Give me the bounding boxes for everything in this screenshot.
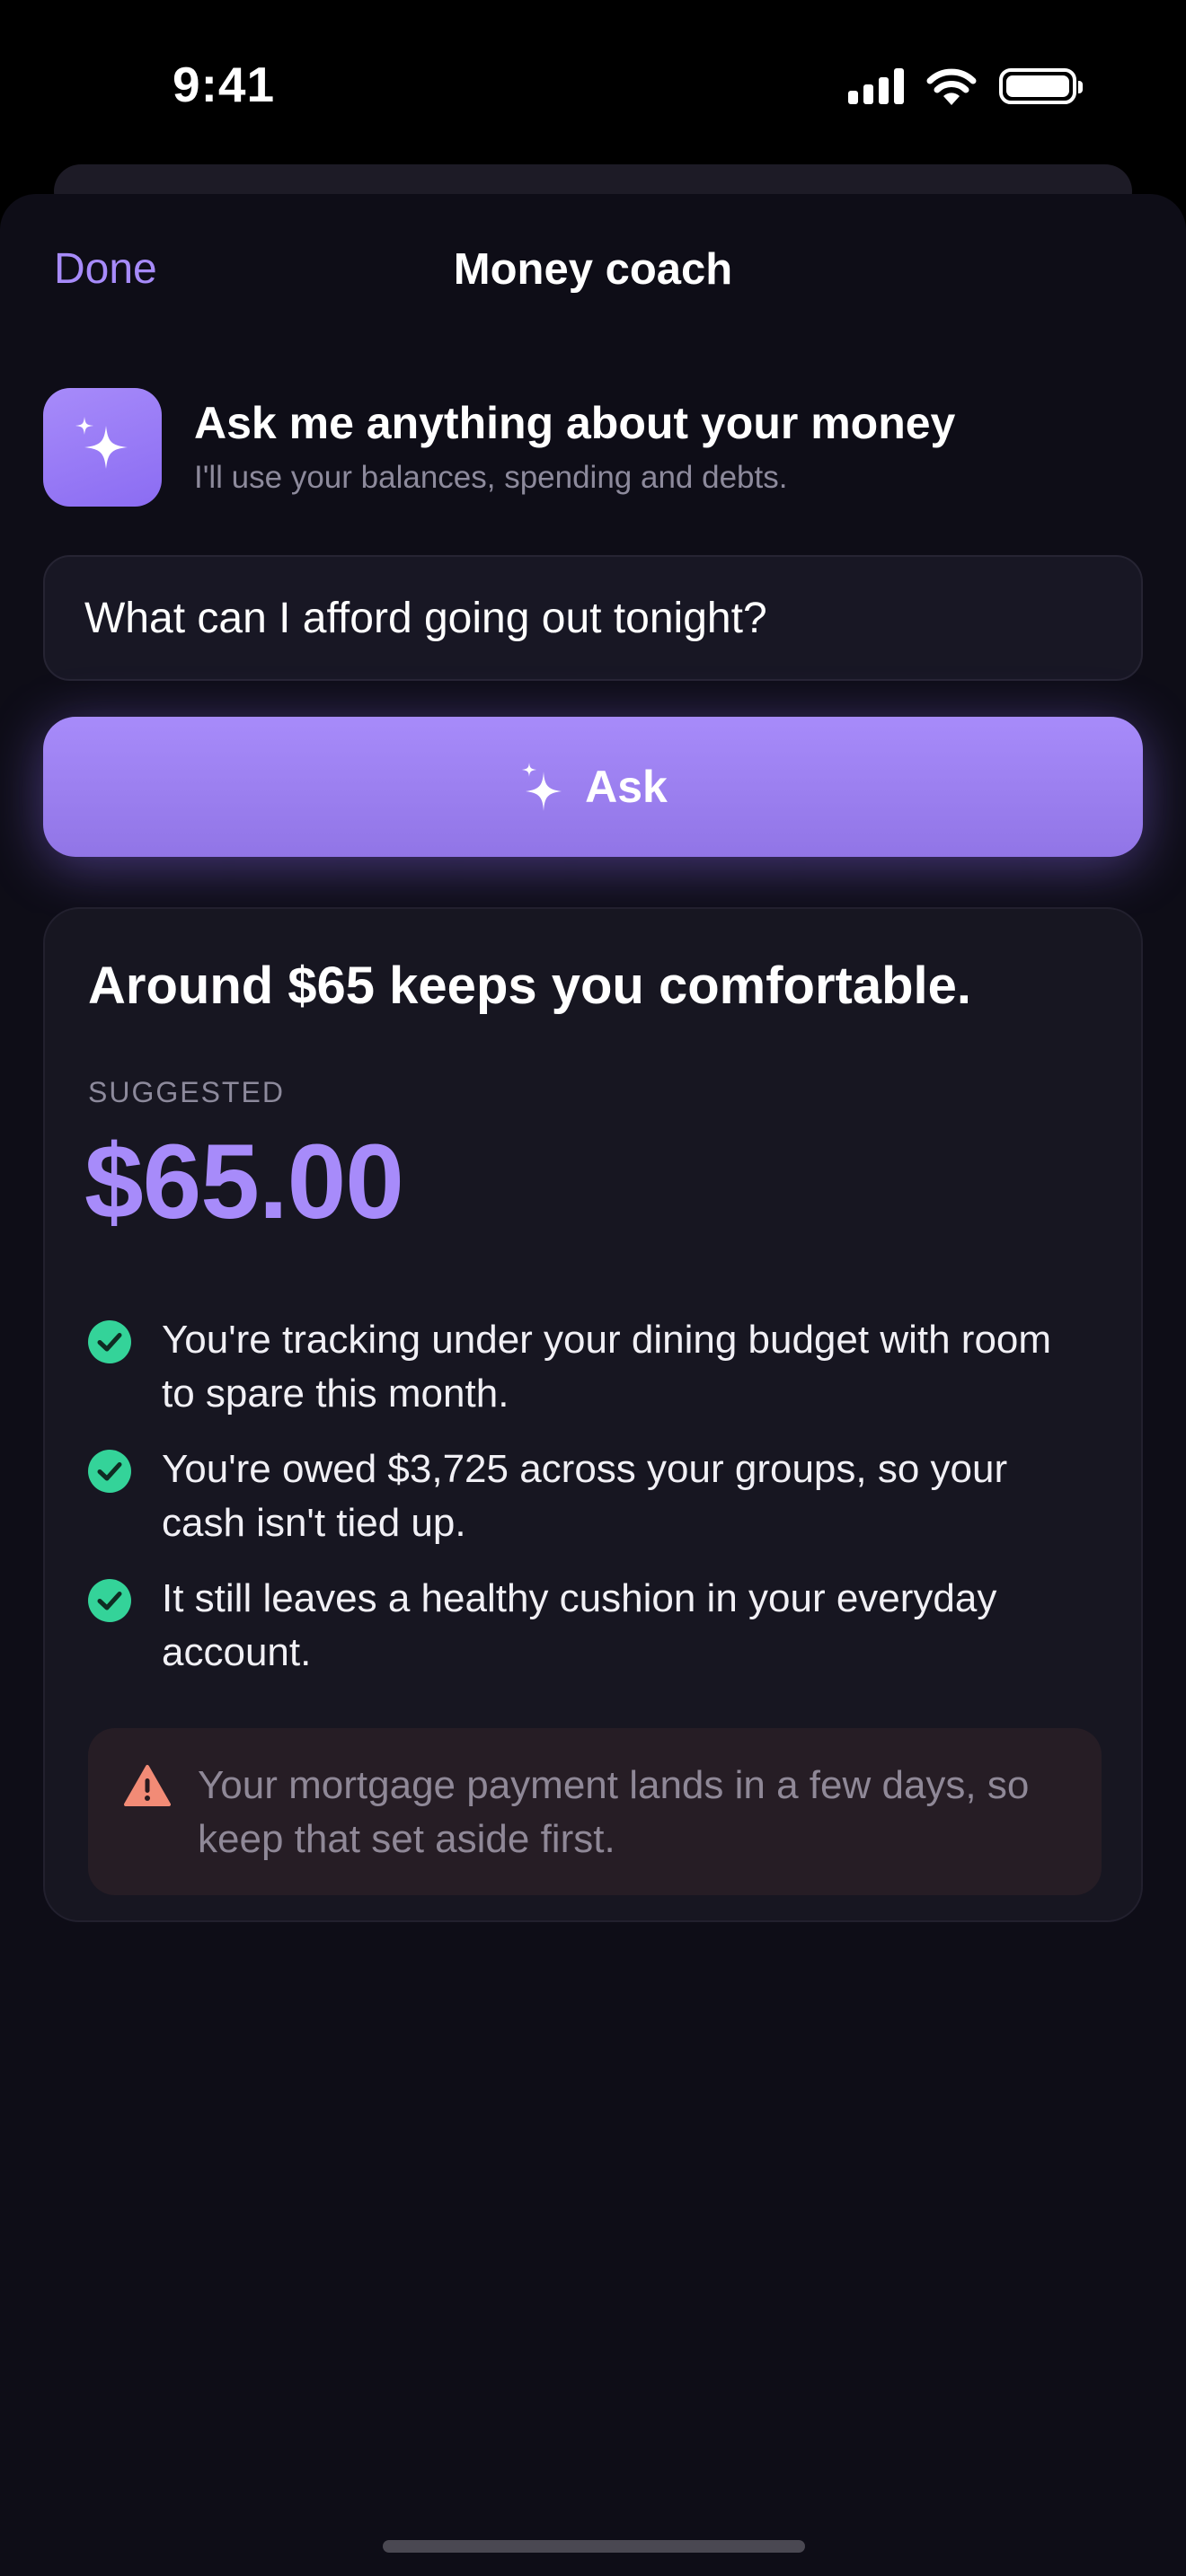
- coach-badge: [43, 388, 162, 507]
- done-button[interactable]: Done: [54, 244, 157, 294]
- reason-list: You're tracking under your dining budget…: [88, 1313, 1103, 1701]
- home-indicator[interactable]: [383, 2540, 805, 2553]
- list-item: You're tracking under your dining budget…: [88, 1313, 1103, 1421]
- wifi-icon: [926, 68, 977, 105]
- reason-text: It still leaves a healthy cushion in you…: [162, 1576, 997, 1674]
- check-circle-icon: [88, 1579, 131, 1622]
- intro-title: Ask me anything about your money: [194, 398, 956, 448]
- status-bar: 9:41: [0, 0, 1186, 171]
- ask-button[interactable]: Ask: [43, 717, 1143, 857]
- page-title: Money coach: [453, 245, 733, 294]
- list-item: You're owed $3,725 across your groups, s…: [88, 1442, 1103, 1550]
- check-circle-icon: [88, 1450, 131, 1493]
- sparkles-icon: [522, 763, 562, 811]
- ask-button-label: Ask: [585, 762, 668, 812]
- suggested-amount: $65.00: [84, 1123, 404, 1241]
- answer-headline: Around $65 keeps you comfortable.: [88, 957, 972, 1015]
- question-input[interactable]: What can I afford going out tonight?: [43, 555, 1143, 681]
- warning-triangle-icon: [124, 1765, 171, 1806]
- status-time: 9:41: [173, 57, 276, 112]
- answer-card: Around $65 keeps you comfortable. SUGGES…: [43, 907, 1143, 1922]
- warning-text: Your mortgage payment lands in a few day…: [198, 1763, 1030, 1861]
- warning-callout: Your mortgage payment lands in a few day…: [88, 1728, 1102, 1895]
- list-item: It still leaves a healthy cushion in you…: [88, 1572, 1103, 1680]
- question-input-value: What can I afford going out tonight?: [84, 594, 767, 642]
- status-icons: [848, 63, 1083, 110]
- sparkles-icon: [75, 417, 128, 469]
- cellular-signal-icon: [848, 68, 904, 104]
- suggested-label: SUGGESTED: [88, 1076, 285, 1108]
- reason-text: You're owed $3,725 across your groups, s…: [162, 1447, 1008, 1545]
- battery-icon: [999, 68, 1083, 104]
- intro-subtitle: I'll use your balances, spending and deb…: [194, 460, 788, 495]
- check-circle-icon: [88, 1320, 131, 1363]
- reason-text: You're tracking under your dining budget…: [162, 1318, 1052, 1416]
- money-coach-sheet: Money coach Done Ask me anything about y…: [0, 194, 1186, 2576]
